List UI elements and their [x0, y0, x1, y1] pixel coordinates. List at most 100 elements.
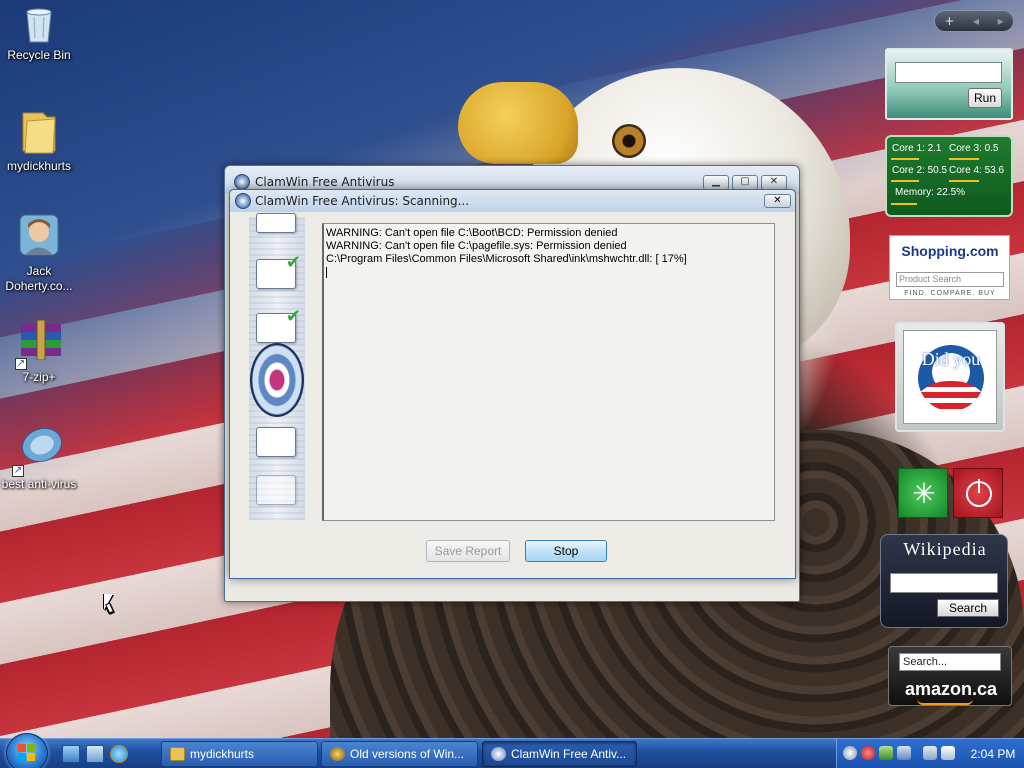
core4-reading: Core 4: 53.6	[949, 165, 1005, 176]
desktop-icon-mydickhurts[interactable]: mydickhurts	[1, 107, 77, 174]
core1-bar	[891, 158, 919, 160]
checkmark-icon[interactable]	[879, 746, 893, 760]
amazon-smile-icon	[917, 699, 973, 705]
stop-button[interactable]: Stop	[525, 540, 607, 562]
previous-page-button[interactable]: ◂	[973, 14, 979, 28]
core2-reading: Core 2: 50.5	[892, 165, 948, 176]
wallpaper-eagle-beak	[458, 82, 578, 164]
core4-bar	[949, 180, 979, 182]
scanning-dialog-titlebar[interactable]: ClamWin Free Antivirus: Scanning... ✕	[230, 190, 795, 212]
wikipedia-title: Wikipedia	[903, 539, 987, 559]
folder-icon	[170, 747, 185, 761]
minimize-button[interactable]: ▁	[703, 175, 729, 190]
switch-windows-icon[interactable]	[86, 745, 104, 763]
shield-icon	[491, 747, 506, 761]
memory-bar	[891, 203, 917, 205]
wikipedia-search-button[interactable]: Search	[937, 599, 999, 617]
network-icon[interactable]	[923, 746, 937, 760]
shield-icon	[235, 193, 251, 209]
security-alert-icon[interactable]	[861, 746, 875, 760]
folder-icon	[19, 107, 59, 155]
shopping-logo[interactable]: Shopping.com	[894, 240, 1006, 262]
restart-button[interactable]: ✳	[898, 468, 948, 518]
desktop-icon-jack-doherty[interactable]: Jack Doherty.co...	[1, 214, 77, 294]
show-desktop-icon[interactable]	[62, 745, 80, 763]
obama-gadget-text: Did you	[921, 349, 981, 369]
scanned-file-icon: ✔	[256, 306, 301, 343]
close-icon[interactable]: ✕	[764, 194, 791, 208]
speaker-icon[interactable]	[941, 746, 955, 760]
core2-bar	[891, 180, 919, 182]
desktop-icon-recycle-bin[interactable]: Recycle Bin	[1, 4, 77, 63]
desktop-icon-best-anti-virus[interactable]: ↗ best anti-virus	[1, 423, 77, 492]
safely-remove-icon[interactable]	[897, 746, 911, 760]
recycle-bin-icon	[19, 4, 59, 44]
checkmark-icon: ✔	[285, 306, 301, 327]
wallpaper-eagle-eye	[612, 124, 646, 158]
system-tray: 2:04 PM	[836, 739, 1024, 768]
pending-file-icon	[256, 427, 296, 457]
clamwin-tray-icon[interactable]	[843, 746, 857, 760]
run-button[interactable]: Run	[968, 88, 1002, 108]
checkmark-icon: ✔	[285, 252, 301, 273]
desktop-icon-label: 7-zip+	[22, 370, 56, 384]
taskbar-clock[interactable]: 2:04 PM	[967, 739, 1019, 768]
archive-icon: ↗	[15, 319, 61, 370]
restart-icon: ✳	[912, 477, 936, 510]
close-button[interactable]: ✕	[761, 175, 787, 190]
run-gadget	[885, 48, 1013, 120]
desktop-icon-label: Recycle Bin	[7, 48, 71, 62]
taskbar-button-label: mydickhurts	[190, 747, 255, 761]
product-search-input[interactable]: Product Search	[896, 272, 1004, 287]
shopping-tagline: FIND. COMPARE. BUY	[904, 290, 996, 297]
mouse-cursor-icon	[104, 594, 113, 610]
wikipedia-gadget: Wikipedia Search	[880, 534, 1008, 628]
add-gadget-button[interactable]: +	[944, 14, 954, 28]
wikipedia-search-input[interactable]	[890, 573, 998, 593]
scanned-file-icon	[256, 213, 296, 233]
main-window-title: ClamWin Free Antivirus	[255, 175, 395, 189]
cpu-meter-gadget: Core 1: 2.1 Core 3: 0.5 Core 2: 50.5 Cor…	[885, 135, 1013, 217]
next-page-button[interactable]: ▸	[998, 14, 1004, 28]
amazon-search-input[interactable]: Search...	[899, 653, 1001, 671]
text-caret	[326, 267, 327, 278]
taskbar: mydickhurts Old versions of Win... ClamW…	[0, 733, 1024, 768]
log-line: C:\Program Files\Common Files\Microsoft …	[326, 253, 687, 265]
desktop-icon-label: best anti-virus	[1, 477, 77, 491]
shield-icon	[234, 174, 250, 190]
taskbar-button-mydickhurts[interactable]: mydickhurts	[161, 741, 318, 767]
scanning-dialog: ClamWin Free Antivirus: Scanning... ✕ ✔ …	[229, 189, 796, 579]
windows-logo-icon	[18, 744, 36, 762]
shutdown-button[interactable]	[953, 468, 1003, 518]
core3-bar	[949, 158, 979, 160]
desktop-icon-label: Jack Doherty.co...	[5, 264, 73, 293]
scan-log-textarea[interactable]: WARNING: Can't open file C:\Boot\BCD: Pe…	[322, 223, 775, 521]
taskbar-button-old-versions[interactable]: Old versions of Win...	[321, 741, 478, 767]
shortcut-arrow-icon: ↗	[12, 465, 24, 477]
start-button[interactable]	[6, 733, 48, 768]
shortcut-arrow-icon: ↗	[15, 358, 27, 370]
sidebar-controls: + ◂ ▸	[934, 10, 1014, 32]
internet-explorer-icon[interactable]	[110, 745, 128, 763]
core3-reading: Core 3: 0.5	[949, 143, 999, 154]
memory-reading: Memory: 22.5%	[895, 187, 966, 198]
taskbar-button-label: ClamWin Free Antiv...	[511, 747, 627, 761]
scanning-dialog-title: ClamWin Free Antivirus: Scanning...	[255, 194, 470, 208]
quick-launch-bar	[62, 745, 132, 763]
desktop-icon-7zip[interactable]: ↗ 7-zip+	[1, 319, 77, 385]
antivirus-icon: ↗	[12, 423, 63, 477]
shopping-gadget: Shopping.com Product Search FIND. COMPAR…	[889, 235, 1010, 300]
run-input[interactable]	[895, 62, 1002, 83]
scan-target-icon	[250, 343, 304, 417]
avatar-icon	[19, 214, 59, 260]
obama-gadget[interactable]: Did you	[895, 322, 1005, 432]
taskbar-button-clamwin[interactable]: ClamWin Free Antiv...	[482, 741, 637, 767]
scan-progress-graphic: ✔ ✔	[249, 213, 305, 520]
core1-reading: Core 1: 2.1	[892, 143, 942, 154]
save-report-button[interactable]: Save Report	[426, 540, 510, 562]
maximize-button[interactable]: ▢	[732, 175, 758, 190]
amazon-logo[interactable]: amazon.ca	[889, 679, 1013, 700]
pending-file-icon	[256, 475, 296, 505]
log-line: WARNING: Can't open file C:\pagefile.sys…	[326, 240, 627, 252]
amazon-gadget: Search... amazon.ca	[888, 646, 1012, 706]
